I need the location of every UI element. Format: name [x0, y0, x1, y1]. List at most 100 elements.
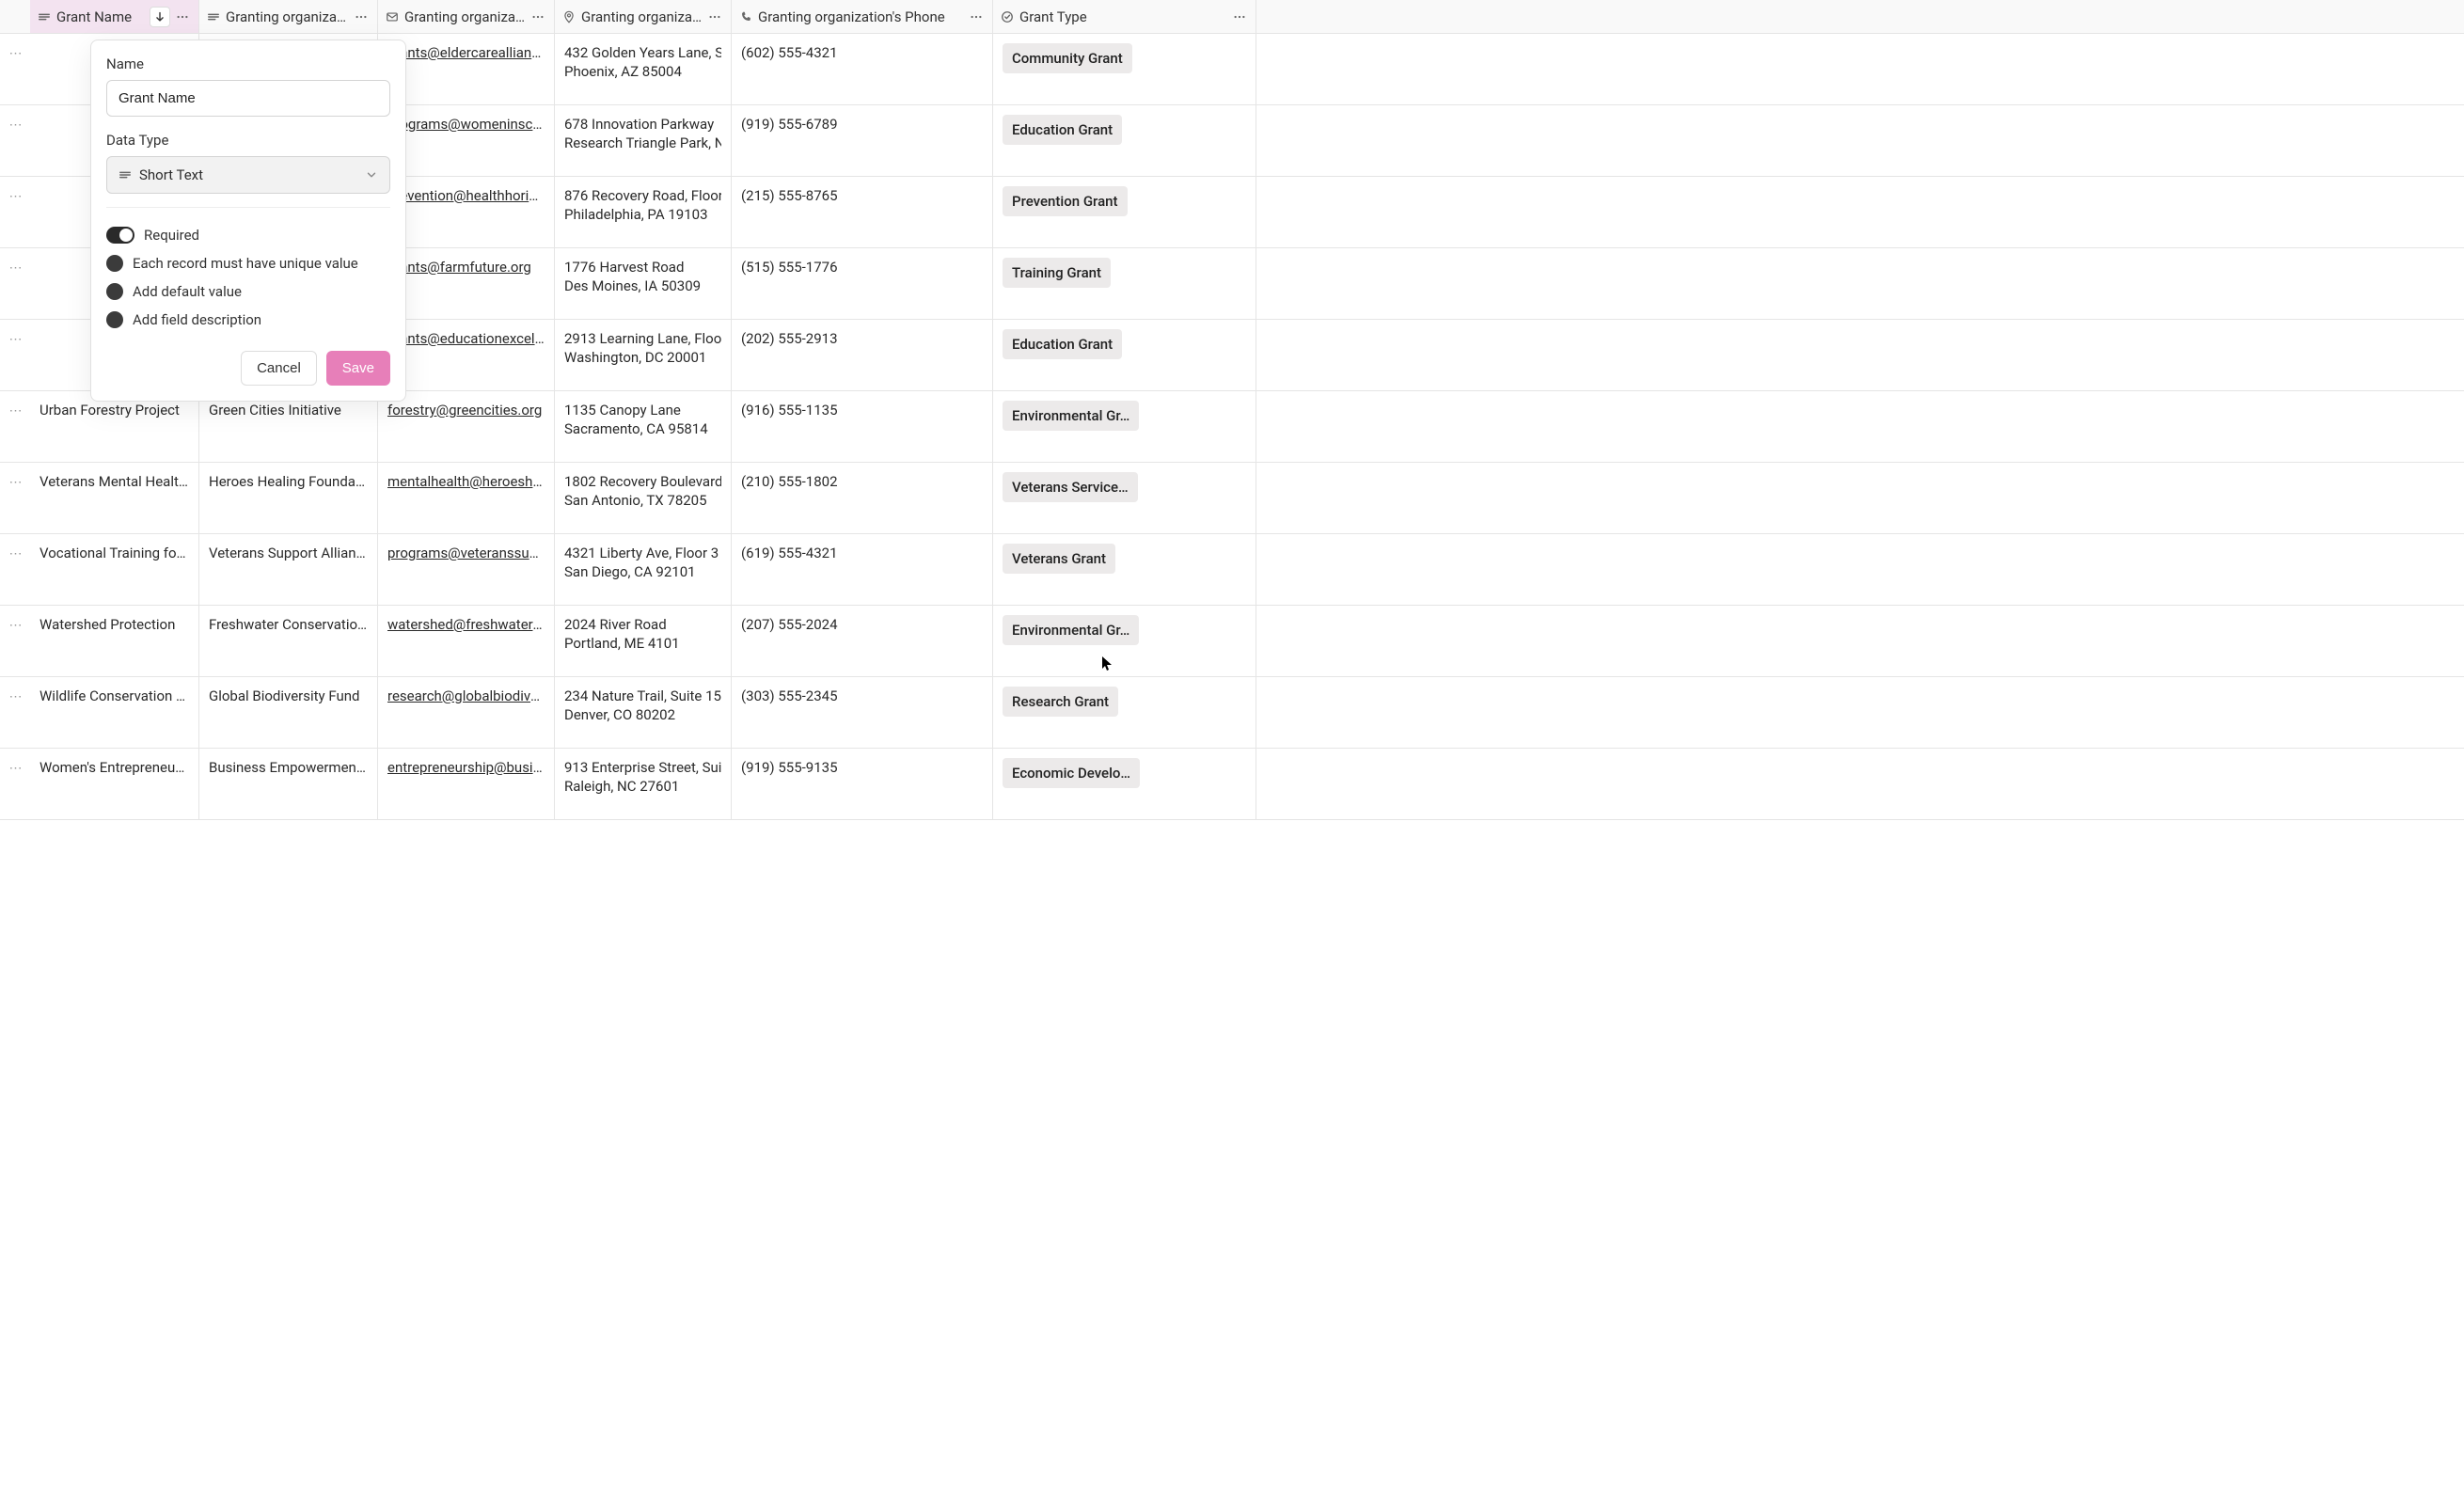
cell-org[interactable]: Freshwater Conservation…	[199, 606, 378, 676]
cell-phone[interactable]: (210) 555-1802	[732, 463, 993, 533]
email-link[interactable]: watershed@freshwateral…	[387, 615, 545, 634]
cell-address[interactable]: 2024 River Road Portland, ME 4101	[555, 606, 732, 676]
column-more-button[interactable]	[968, 10, 985, 24]
cell-grant-name[interactable]: Women's Entrepreneursh…	[30, 749, 199, 819]
cell-email[interactable]: watershed@freshwateral…	[378, 606, 555, 676]
default-radio[interactable]	[106, 283, 123, 300]
column-more-button[interactable]	[174, 10, 191, 24]
cell-address[interactable]: 4321 Liberty Ave, Floor 3 San Diego, CA …	[555, 534, 732, 605]
cell-address[interactable]: 432 Golden Years Lane, Suit Phoenix, AZ …	[555, 34, 732, 104]
email-link[interactable]: grants@educationexcell…	[387, 329, 545, 348]
row-drag-handle[interactable]: ⋯	[0, 749, 30, 819]
cell-email[interactable]: programs@veteranssupp…	[378, 534, 555, 605]
description-radio[interactable]	[106, 311, 123, 328]
cell-phone[interactable]: (303) 555-2345	[732, 677, 993, 748]
column-header-phone[interactable]: Granting organization's Phone	[732, 0, 993, 33]
cell-grant-type[interactable]: Research Grant	[993, 677, 1256, 748]
cell-grant-name[interactable]: Veterans Mental Health S…	[30, 463, 199, 533]
cancel-button[interactable]: Cancel	[241, 351, 317, 386]
cell-email[interactable]: forestry@greencities.org	[378, 391, 555, 462]
table-row[interactable]: ⋯ Vocational Training for V… Veterans Su…	[0, 534, 2464, 606]
email-link[interactable]: grants@eldercarealliance…	[387, 43, 545, 62]
cell-grant-type[interactable]: Environmental Gr…	[993, 606, 1256, 676]
cell-org[interactable]: Green Cities Initiative	[199, 391, 378, 462]
cell-grant-name[interactable]: Watershed Protection	[30, 606, 199, 676]
cell-address[interactable]: 913 Enterprise Street, Suite Raleigh, NC…	[555, 749, 732, 819]
cell-address[interactable]: 876 Recovery Road, Floor 4 Philadelphia,…	[555, 177, 732, 247]
cell-org[interactable]: Business Empowerment …	[199, 749, 378, 819]
email-link[interactable]: programs@womeninscie…	[387, 115, 545, 134]
row-drag-handle[interactable]: ⋯	[0, 248, 30, 319]
cell-grant-type[interactable]: Veterans Service…	[993, 463, 1256, 533]
row-drag-handle[interactable]: ⋯	[0, 534, 30, 605]
email-link[interactable]: grants@farmfuture.org	[387, 258, 545, 276]
datatype-select[interactable]: Short Text	[106, 156, 390, 194]
cell-grant-name[interactable]: Urban Forestry Project	[30, 391, 199, 462]
column-more-button[interactable]	[1231, 10, 1248, 24]
row-drag-handle[interactable]: ⋯	[0, 677, 30, 748]
email-link[interactable]: forestry@greencities.org	[387, 401, 545, 419]
cell-phone[interactable]: (919) 555-9135	[732, 749, 993, 819]
column-more-button[interactable]	[707, 10, 723, 24]
table-row[interactable]: ⋯ Urban Forestry Project Green Cities In…	[0, 391, 2464, 463]
column-header-org[interactable]: Granting organizati…	[199, 0, 378, 33]
cell-grant-type[interactable]: Education Grant	[993, 105, 1256, 176]
column-name-input[interactable]	[106, 80, 390, 117]
cell-grant-type[interactable]: Training Grant	[993, 248, 1256, 319]
table-row[interactable]: ⋯ Wildlife Conservation Stu… Global Biod…	[0, 677, 2464, 749]
email-link[interactable]: entrepreneurship@busin…	[387, 758, 545, 777]
row-drag-handle[interactable]: ⋯	[0, 320, 30, 390]
column-more-button[interactable]	[354, 10, 370, 24]
cell-address[interactable]: 678 Innovation Parkway Research Triangle…	[555, 105, 732, 176]
column-more-button[interactable]	[530, 10, 546, 24]
row-drag-handle[interactable]: ⋯	[0, 606, 30, 676]
cell-address[interactable]: 1776 Harvest Road Des Moines, IA 50309	[555, 248, 732, 319]
table-row[interactable]: ⋯ Women's Entrepreneursh… Business Empow…	[0, 749, 2464, 820]
cell-email[interactable]: research@globalbiodiver…	[378, 677, 555, 748]
cell-email[interactable]: mentalhealth@heroeshe…	[378, 463, 555, 533]
cell-grant-type[interactable]: Education Grant	[993, 320, 1256, 390]
row-drag-handle[interactable]: ⋯	[0, 463, 30, 533]
cell-email[interactable]: entrepreneurship@busin…	[378, 749, 555, 819]
cell-phone[interactable]: (207) 555-2024	[732, 606, 993, 676]
required-toggle[interactable]	[106, 227, 134, 244]
cell-org[interactable]: Heroes Healing Foundation	[199, 463, 378, 533]
cell-phone[interactable]: (515) 555-1776	[732, 248, 993, 319]
description-option[interactable]: Add field description	[106, 306, 390, 334]
sort-button[interactable]	[150, 7, 170, 27]
email-link[interactable]: prevention@healthhorizo…	[387, 186, 545, 205]
cell-address[interactable]: 1802 Recovery Boulevard, Su San Antonio,…	[555, 463, 732, 533]
table-row[interactable]: ⋯ Watershed Protection Freshwater Conser…	[0, 606, 2464, 677]
cell-phone[interactable]: (215) 555-8765	[732, 177, 993, 247]
cell-org[interactable]: Global Biodiversity Fund	[199, 677, 378, 748]
default-value-option[interactable]: Add default value	[106, 277, 390, 306]
save-button[interactable]: Save	[326, 351, 390, 386]
table-row[interactable]: ⋯ Veterans Mental Health S… Heroes Heali…	[0, 463, 2464, 534]
cell-grant-type[interactable]: Community Grant	[993, 34, 1256, 104]
cell-grant-type[interactable]: Prevention Grant	[993, 177, 1256, 247]
unique-radio[interactable]	[106, 255, 123, 272]
cell-org[interactable]: Veterans Support Alliance	[199, 534, 378, 605]
row-drag-handle[interactable]: ⋯	[0, 177, 30, 247]
cell-grant-name[interactable]: Vocational Training for V…	[30, 534, 199, 605]
cell-grant-name[interactable]: Wildlife Conservation Stu…	[30, 677, 199, 748]
cell-phone[interactable]: (619) 555-4321	[732, 534, 993, 605]
cell-phone[interactable]: (916) 555-1135	[732, 391, 993, 462]
cell-phone[interactable]: (919) 555-6789	[732, 105, 993, 176]
email-link[interactable]: mentalhealth@heroeshe…	[387, 472, 545, 491]
column-header-email[interactable]: Granting organizati…	[378, 0, 555, 33]
required-option[interactable]: Required	[106, 221, 390, 249]
cell-phone[interactable]: (202) 555-2913	[732, 320, 993, 390]
row-drag-handle[interactable]: ⋯	[0, 105, 30, 176]
row-drag-handle[interactable]: ⋯	[0, 34, 30, 104]
cell-grant-type[interactable]: Veterans Grant	[993, 534, 1256, 605]
unique-option[interactable]: Each record must have unique value	[106, 249, 390, 277]
cell-grant-type[interactable]: Economic Develo…	[993, 749, 1256, 819]
cell-address[interactable]: 234 Nature Trail, Suite 150 Denver, CO 8…	[555, 677, 732, 748]
email-link[interactable]: research@globalbiodiver…	[387, 687, 545, 705]
column-header-address[interactable]: Granting organizati…	[555, 0, 732, 33]
row-drag-handle[interactable]: ⋯	[0, 391, 30, 462]
column-header-type[interactable]: Grant Type	[993, 0, 1256, 33]
cell-grant-type[interactable]: Environmental Gr…	[993, 391, 1256, 462]
cell-address[interactable]: 1135 Canopy Lane Sacramento, CA 95814	[555, 391, 732, 462]
